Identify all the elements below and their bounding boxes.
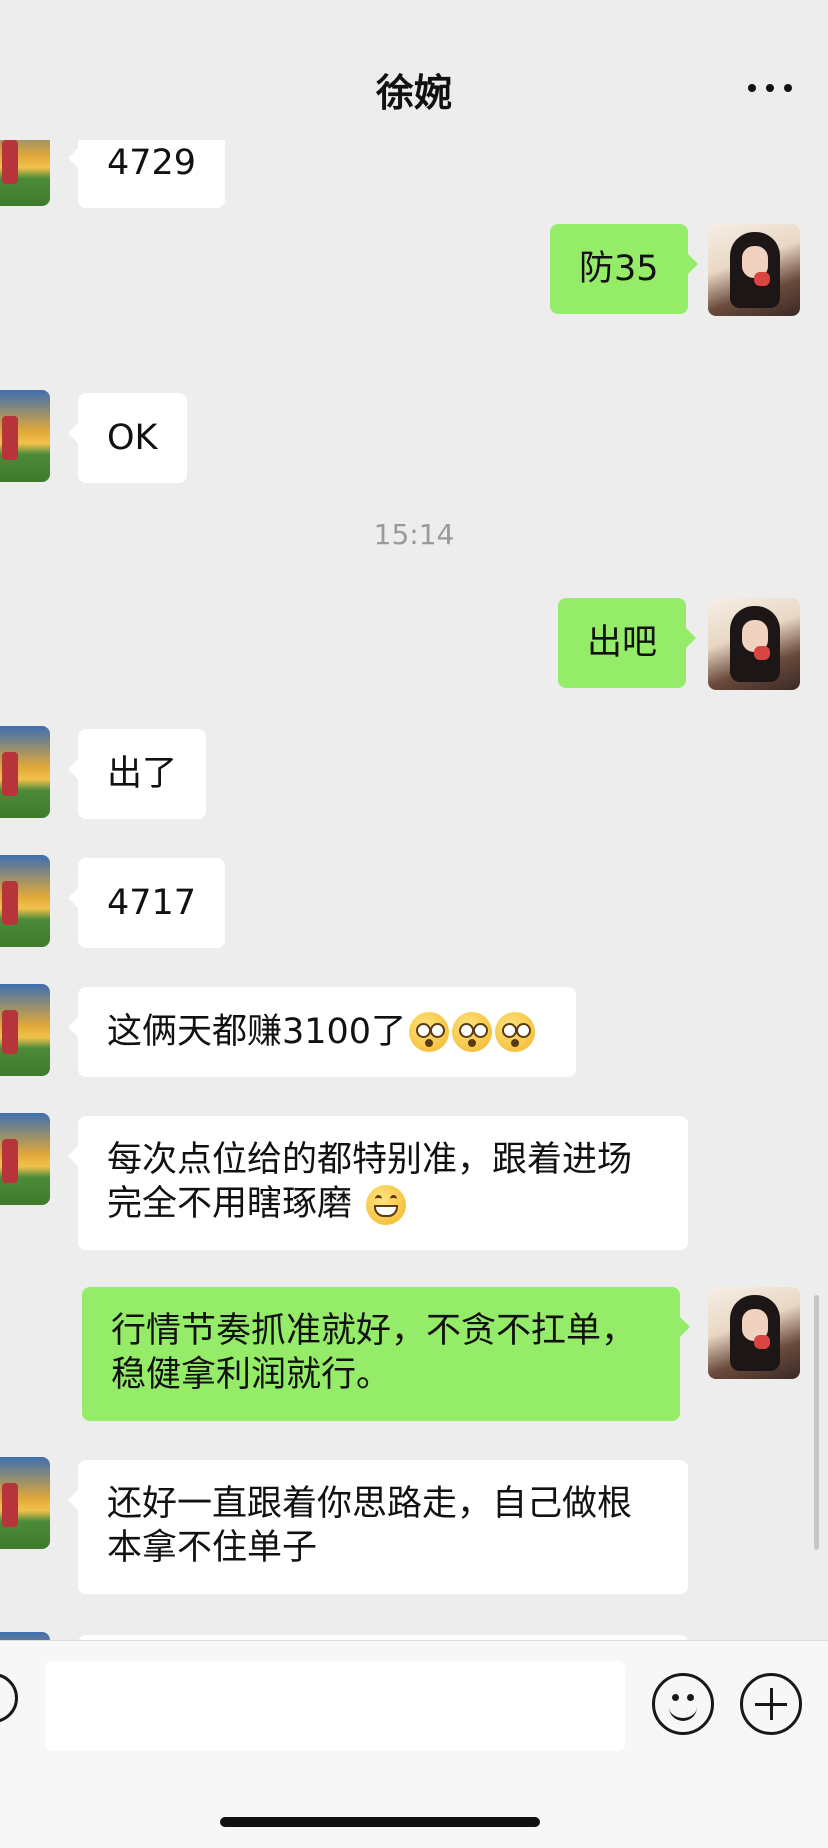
message-text: 4729 [107, 143, 197, 183]
message-text-line2-wrap: 完全不用瞎琢磨 [107, 1182, 407, 1226]
received-bubble[interactable]: 出了 [67, 729, 207, 819]
message-text: 出吧 [587, 623, 658, 663]
message-timestamp: 15:14 [373, 518, 455, 551]
chat-title: 徐婉 [375, 71, 452, 115]
input-bar [0, 1640, 828, 1848]
flushed-face-icon [409, 1012, 450, 1052]
home-indicator [220, 1817, 540, 1827]
message-text: 出了 [107, 754, 178, 794]
contact-avatar[interactable] [0, 390, 50, 482]
sent-bubble[interactable]: 行情节奏抓准就好，不贪不扛单， 稳健拿利润就行。 [82, 1287, 690, 1421]
received-bubble[interactable]: 4729 [67, 140, 226, 208]
more-icon[interactable] [748, 84, 792, 92]
message-text-line2: 稳健拿利润就行。 [111, 1355, 392, 1395]
received-bubble[interactable]: OK [68, 393, 187, 483]
contact-avatar[interactable] [0, 855, 50, 947]
contact-avatar[interactable] [0, 1632, 50, 1640]
received-bubble[interactable]: 还好一直跟着你思路走，自己做根 本拿不住单子 [68, 1460, 688, 1594]
received-bubble[interactable]: 这俩天都赚3100了 [68, 987, 576, 1077]
message-text: 这俩天都赚3100了 [107, 1012, 407, 1052]
contact-avatar[interactable] [0, 984, 50, 1076]
grinning-face-icon [366, 1185, 407, 1225]
message-text: OK [107, 418, 158, 458]
flushed-face-icon [452, 1012, 493, 1052]
contact-avatar[interactable] [0, 1457, 50, 1549]
contact-avatar[interactable] [0, 726, 50, 818]
flushed-face-icon [495, 1012, 536, 1052]
my-avatar[interactable] [708, 598, 800, 690]
contact-avatar[interactable] [0, 1113, 50, 1205]
message-text-line1: 每次点位给的都特别准，跟着进场 [107, 1140, 633, 1180]
sent-bubble[interactable]: 出吧 [558, 598, 697, 688]
contact-avatar[interactable] [0, 140, 50, 206]
message-text: 防35 [579, 249, 659, 289]
emoji-icon[interactable] [652, 1673, 714, 1735]
received-bubble[interactable]: 4717 [67, 858, 226, 948]
plus-icon[interactable] [740, 1673, 802, 1735]
sent-bubble[interactable]: 防35 [550, 224, 698, 314]
my-avatar[interactable] [708, 1287, 800, 1379]
message-text-line1: 行情节奏抓准就好，不贪不扛单， [111, 1311, 637, 1351]
message-text-line1: 还好一直跟着你思路走，自己做根 [107, 1484, 633, 1524]
my-avatar[interactable] [708, 224, 800, 316]
scrollbar[interactable] [814, 1295, 819, 1550]
message-text-line2: 完全不用瞎琢磨 [107, 1184, 353, 1224]
chat-header: 徐婉 [0, 0, 828, 140]
voice-icon[interactable] [0, 1673, 18, 1723]
message-list[interactable]: 4729 防35 OK 15:14 出吧 出了 4717 这俩天都赚3100了 … [0, 140, 828, 1640]
message-text-line2: 本拿不住单子 [107, 1528, 318, 1568]
message-text: 4717 [107, 883, 197, 923]
received-bubble[interactable]: 每次点位给的都特别准，跟着进场 完全不用瞎琢磨 [68, 1116, 688, 1250]
message-input[interactable] [45, 1661, 625, 1751]
